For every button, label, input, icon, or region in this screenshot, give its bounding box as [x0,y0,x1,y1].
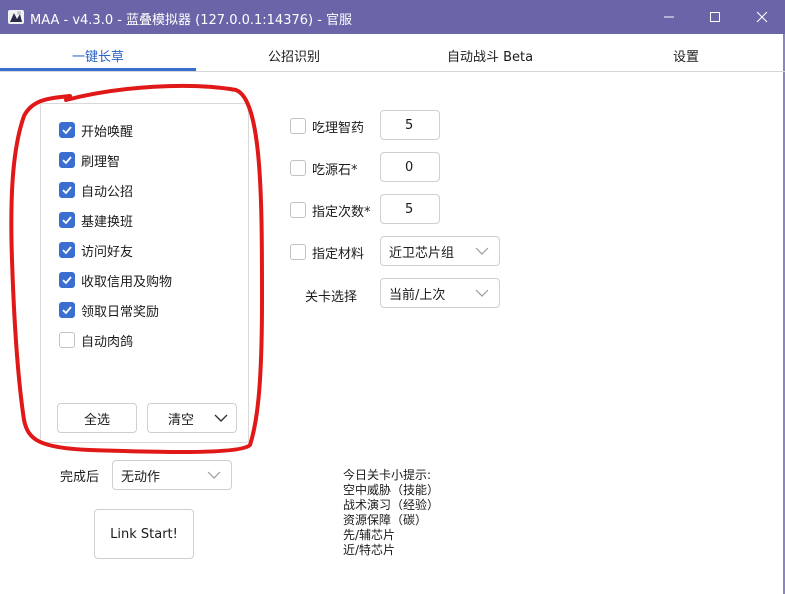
close-button[interactable] [739,0,785,34]
tab-settings[interactable]: 设置 [588,45,784,73]
close-icon [756,11,768,23]
originium-label: 吃源石* [312,162,358,178]
clear-button[interactable]: 清空 [147,403,237,433]
task-label: 基建换班 [81,214,134,230]
app-icon [8,10,24,24]
tips-line: 近/特芯片 [343,543,396,557]
maximize-button[interactable] [692,0,738,34]
minimize-icon [664,16,674,18]
task-item-recruit[interactable]: 自动公招 [59,180,133,200]
task-label: 领取日常奖励 [81,304,160,320]
times-checkbox[interactable] [290,202,306,218]
times-input[interactable]: 5 [380,194,440,224]
clear-button-label: 清空 [168,412,195,428]
stage-select[interactable]: 当前/上次 [380,278,500,308]
task-label: 自动公招 [81,184,134,200]
tab-recruit[interactable]: 公招识别 [196,45,392,73]
maximize-icon [710,12,720,22]
task-checkbox[interactable] [59,302,75,318]
tips-line: 战术演习（经验） [343,498,440,512]
task-label: 开始唤醒 [81,124,134,140]
material-select[interactable]: 近卫芯片组 [380,236,500,266]
task-checkbox[interactable] [59,242,75,258]
checkmark-icon [62,276,72,285]
sanity-potion-option[interactable]: 吃理智药 [290,117,365,136]
task-checkbox[interactable] [59,212,75,228]
after-completion-label: 完成后 [60,470,100,485]
checkmark-icon [62,246,72,255]
material-option[interactable]: 指定材料 [290,243,365,262]
checkmark-icon [62,216,72,225]
stage-value: 当前/上次 [389,287,446,303]
times-option[interactable]: 指定次数* [290,201,371,220]
task-checkbox[interactable] [59,182,75,198]
task-item-award[interactable]: 领取日常奖励 [59,300,159,320]
tips-line: 空中威胁（技能） [343,483,440,497]
link-start-button[interactable]: Link Start! [94,509,194,559]
task-item-roguelike[interactable]: 自动肉鸽 [59,330,133,350]
window-title: MAA - v4.3.0 - 蓝叠模拟器 (127.0.0.1:14376) -… [30,13,353,28]
select-all-button[interactable]: 全选 [57,403,137,433]
chevron-down-icon [214,414,228,422]
task-label: 刷理智 [81,154,121,170]
task-checkbox[interactable] [59,152,75,168]
task-item-wakeup[interactable]: 开始唤醒 [59,120,133,140]
tips-line: 资源保障（碳） [343,513,428,527]
title-bar: MAA - v4.3.0 - 蓝叠模拟器 (127.0.0.1:14376) -… [0,0,785,34]
stage-tips: 今日关卡小提示: 空中威胁（技能） 战术演习（经验） 资源保障（碳） 先/辅芯片… [343,468,439,558]
checkmark-icon [62,156,72,165]
task-checkbox[interactable] [59,272,75,288]
tips-line: 先/辅芯片 [343,528,396,542]
task-checkbox[interactable] [59,122,75,138]
originium-input[interactable]: 0 [380,152,440,182]
tips-title: 今日关卡小提示: [343,468,432,482]
task-label: 自动肉鸽 [81,334,134,350]
sanity-potion-label: 吃理智药 [312,120,365,136]
task-item-visit[interactable]: 访问好友 [59,240,133,260]
material-checkbox[interactable] [290,244,306,260]
chevron-down-icon [475,247,489,255]
task-item-mall[interactable]: 收取信用及购物 [59,270,172,290]
originium-checkbox[interactable] [290,160,306,176]
material-label: 指定材料 [312,246,365,262]
chevron-down-icon [475,289,489,297]
task-item-fight[interactable]: 刷理智 [59,150,120,170]
task-label: 收取信用及购物 [81,274,173,290]
after-completion-value: 无动作 [121,469,161,485]
minimize-button[interactable] [646,0,692,34]
task-list-panel: 开始唤醒 刷理智 自动公招 基建换班 访问好友 收取信用及购物 领取日常奖励 自… [40,103,249,443]
sanity-potion-input[interactable]: 5 [380,110,440,140]
after-completion-select[interactable]: 无动作 [112,460,232,490]
chevron-down-icon [207,471,221,479]
sanity-potion-checkbox[interactable] [290,118,306,134]
checkmark-icon [62,306,72,315]
checkmark-icon [62,126,72,135]
times-label: 指定次数* [312,204,371,220]
stage-label: 关卡选择 [305,290,358,305]
task-item-infrast[interactable]: 基建换班 [59,210,133,230]
checkmark-icon [62,186,72,195]
originium-option[interactable]: 吃源石* [290,159,358,178]
material-value: 近卫芯片组 [389,245,455,261]
task-label: 访问好友 [81,244,134,260]
tab-auto-battle[interactable]: 自动战斗 Beta [392,45,588,73]
tab-divider [0,71,785,72]
task-checkbox[interactable] [59,332,75,348]
